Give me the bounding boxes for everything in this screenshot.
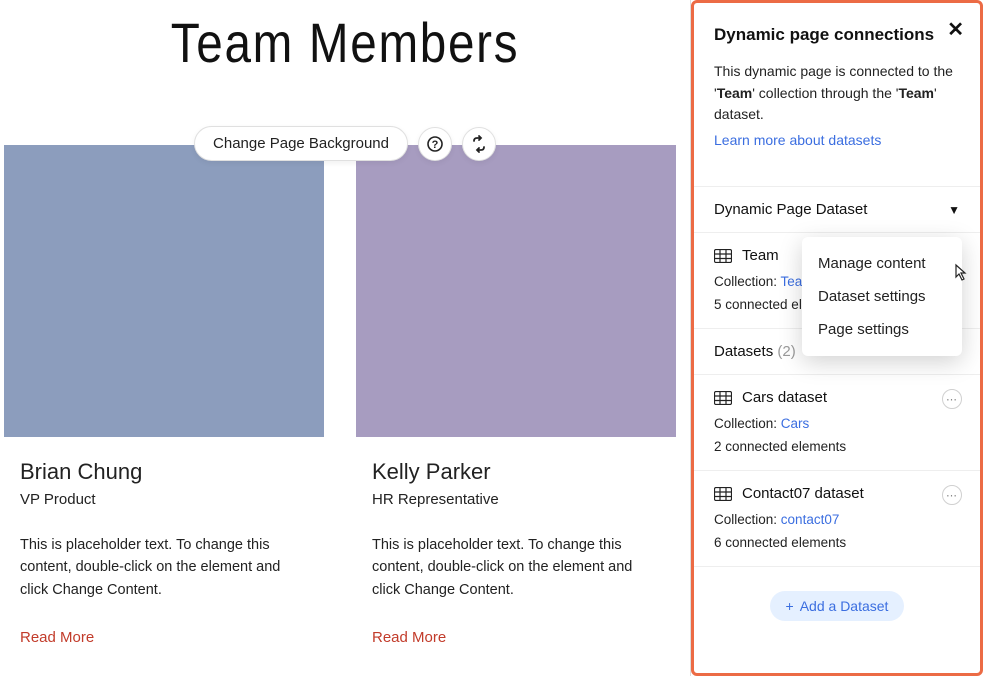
collection-link[interactable]: Cars [781,416,810,431]
menu-dataset-settings[interactable]: Dataset settings [802,280,962,313]
read-more-link[interactable]: Read More [20,629,324,646]
datasets-count: (2) [777,343,795,360]
read-more-link[interactable]: Read More [372,629,676,646]
dataset-context-menu: Manage content Dataset settings Page set… [802,237,962,356]
page-title: Team Members [52,10,639,75]
table-icon [714,487,732,501]
help-icon[interactable]: ? [418,127,452,161]
connected-elements-count: 2 connected elements [714,439,960,454]
svg-text:?: ? [432,139,439,151]
table-icon [714,391,732,405]
dataset-name: Cars dataset [742,389,827,406]
desc-collection-name: Team [717,85,753,101]
member-photo [356,145,676,437]
connected-elements-count: 6 connected elements [714,535,960,550]
plus-icon: + [786,598,794,614]
page-toolbar: Change Page Background ? [194,126,496,161]
member-description: This is placeholder text. To change this… [20,534,308,601]
dataset-name: Contact07 dataset [742,485,864,502]
section-label: Datasets [714,343,773,360]
member-role: HR Representative [372,491,676,508]
team-members-grid: Brian Chung VP Product This is placehold… [0,145,690,646]
add-dataset-button[interactable]: + Add a Dataset [770,591,905,621]
team-member-card[interactable]: Kelly Parker HR Representative This is p… [356,145,676,646]
collection-link[interactable]: contact07 [781,512,840,527]
menu-page-settings[interactable]: Page settings [802,313,962,346]
member-role: VP Product [20,491,324,508]
member-description: This is placeholder text. To change this… [372,534,660,601]
dataset-card-cars[interactable]: Cars dataset Collection: Cars 2 connecte… [694,374,980,470]
chevron-down-icon: ▼ [948,203,960,217]
member-name: Kelly Parker [372,459,676,485]
dataset-name: Team [742,247,779,264]
cursor-pointer-icon [950,261,972,288]
panel-description: This dynamic page is connected to the 'T… [714,61,960,126]
dataset-card-contact07[interactable]: Contact07 dataset Collection: contact07 … [694,470,980,566]
member-name: Brian Chung [20,459,324,485]
more-options-icon[interactable]: ⋯ [942,389,962,409]
table-icon [714,249,732,263]
close-icon[interactable]: ✕ [947,17,964,42]
more-options-icon[interactable]: ⋯ [942,485,962,505]
change-page-background-button[interactable]: Change Page Background [194,126,408,161]
desc-dataset-name: Team [898,85,934,101]
collection-label: Collection: [714,274,777,289]
member-photo [4,145,324,437]
dynamic-page-dataset-section-header[interactable]: Dynamic Page Dataset ▼ [694,186,980,232]
learn-more-link[interactable]: Learn more about datasets [714,132,881,148]
menu-manage-content[interactable]: Manage content [802,247,962,280]
section-label: Dynamic Page Dataset [714,201,867,218]
add-dataset-row: + Add a Dataset [694,566,980,645]
add-dataset-label: Add a Dataset [800,598,889,614]
dataset-collection: Collection: contact07 [714,512,960,527]
swap-icon[interactable] [462,127,496,161]
editor-canvas: Team Members Change Page Background ? Br… [0,0,691,676]
collection-label: Collection: [714,416,777,431]
dataset-collection: Collection: Cars [714,416,960,431]
team-member-card[interactable]: Brian Chung VP Product This is placehold… [4,145,324,646]
collection-label: Collection: [714,512,777,527]
dynamic-page-connections-panel: ✕ Dynamic page connections This dynamic … [691,0,983,676]
panel-title: Dynamic page connections [714,25,960,45]
desc-text: ' collection through the ' [752,85,898,101]
